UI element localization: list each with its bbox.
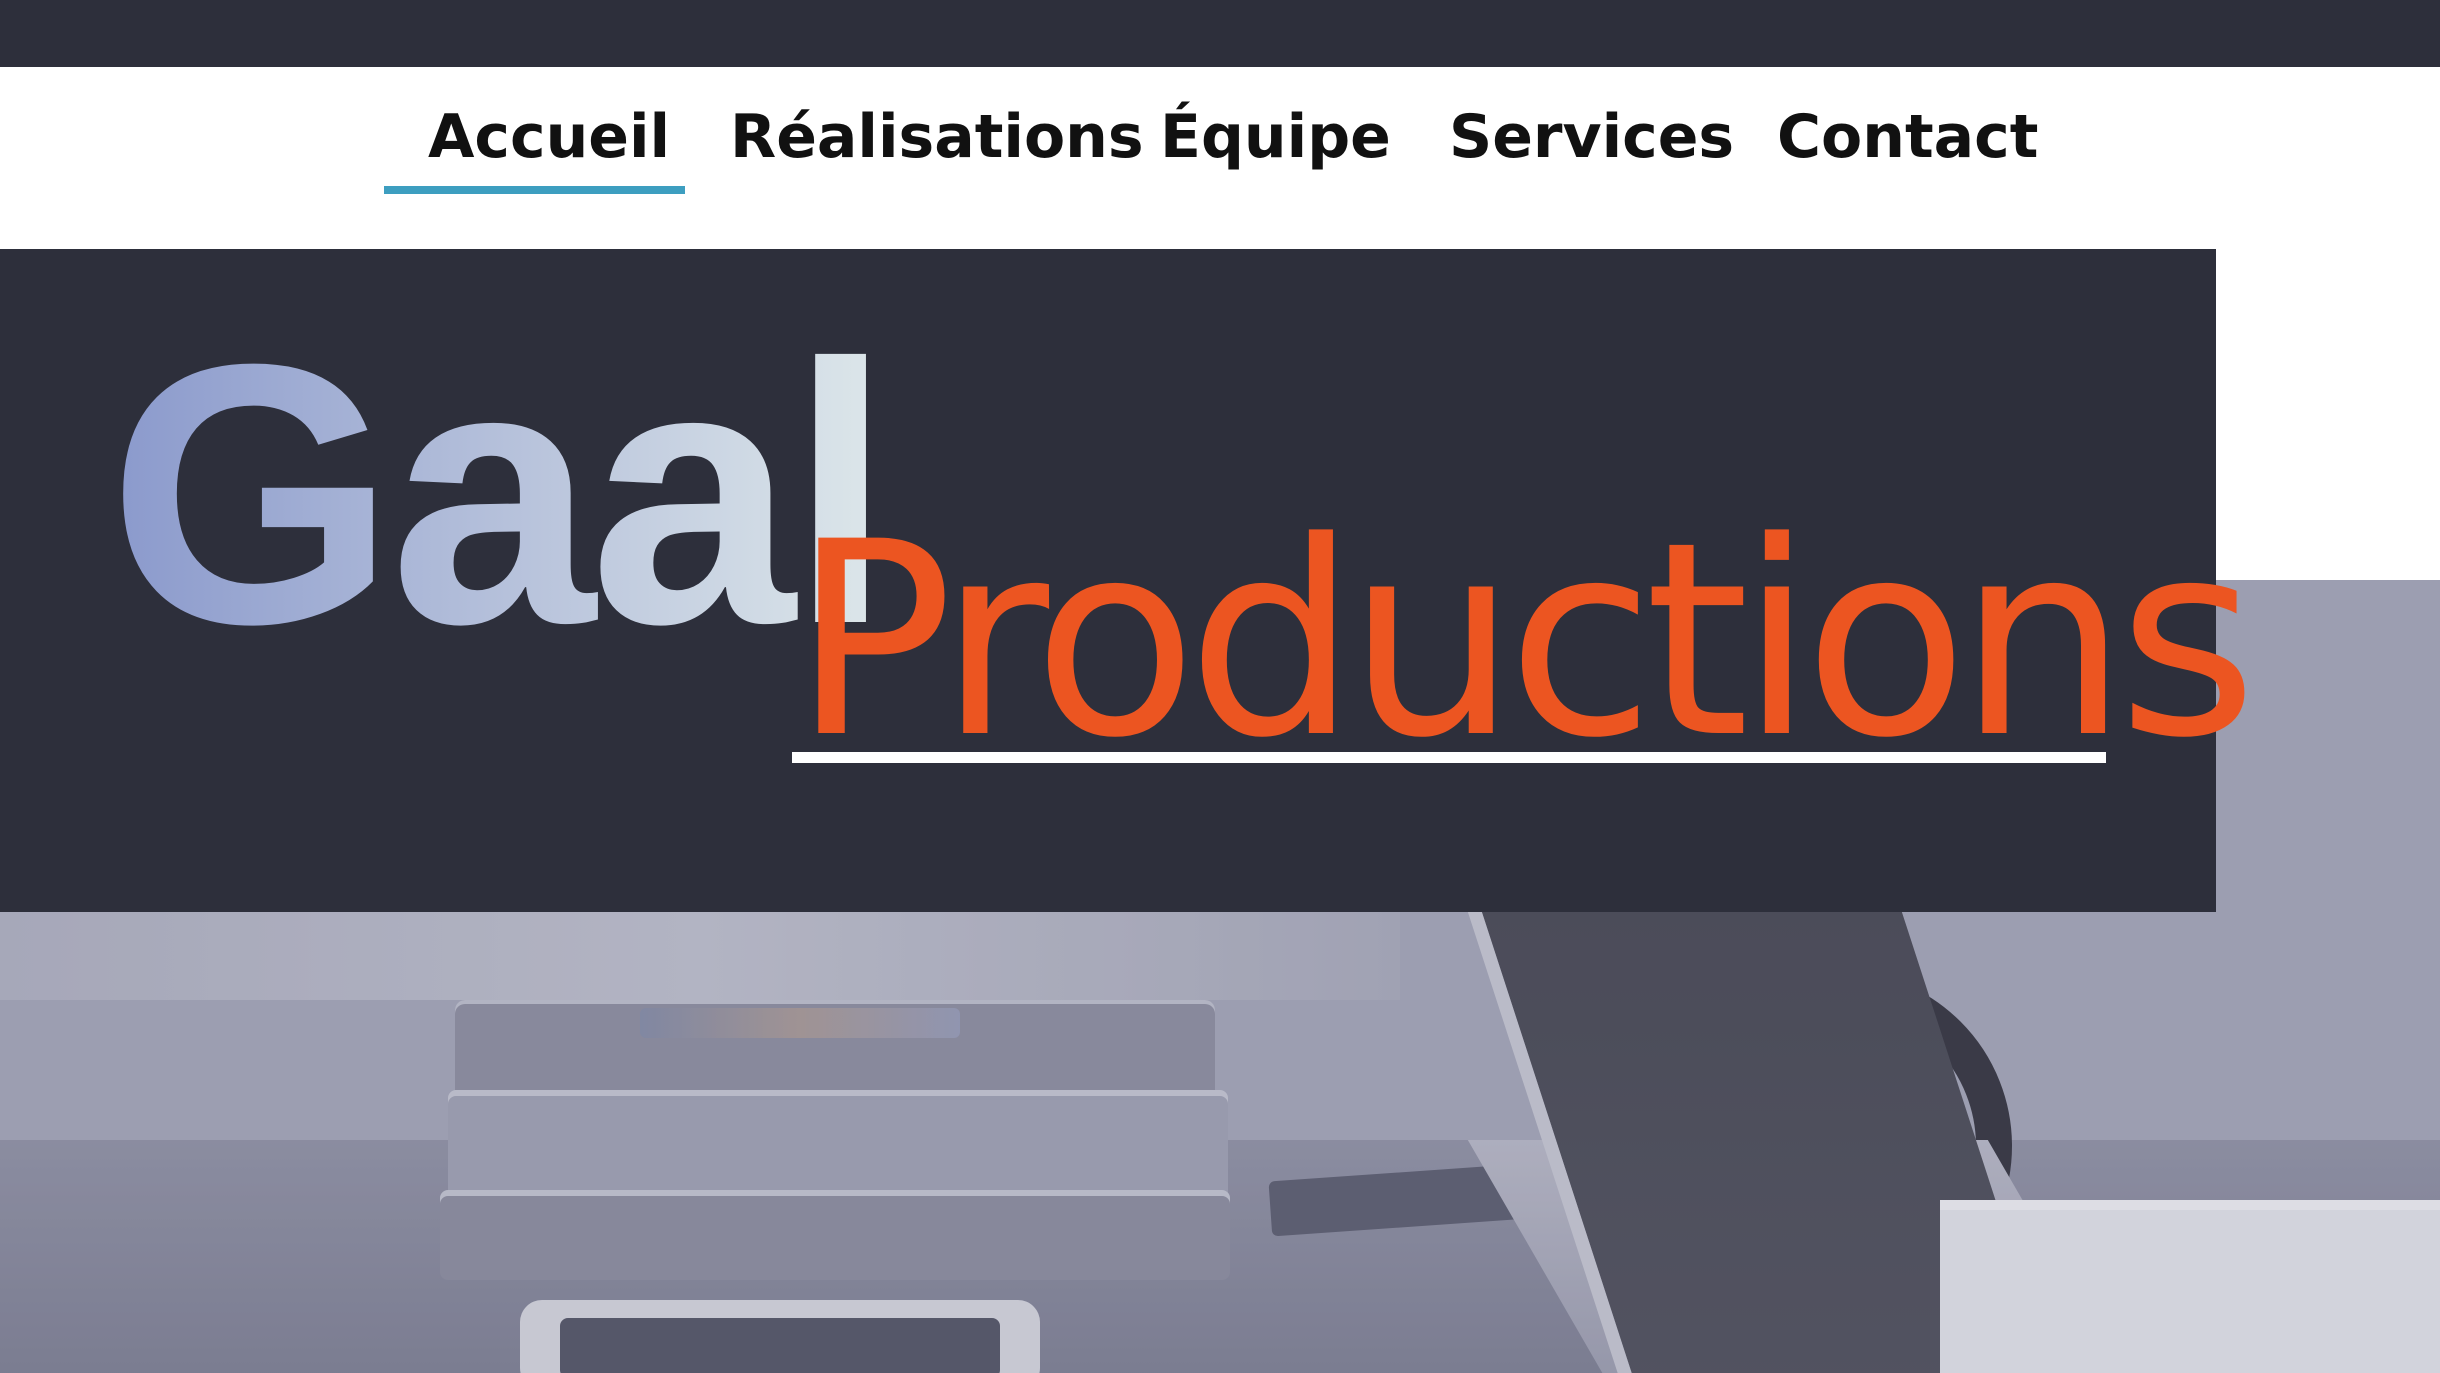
top-bar [0, 0, 2440, 67]
active-nav-indicator [384, 186, 685, 194]
brand-name-productions: Productions [792, 485, 2257, 797]
nav-item-contact[interactable]: Contact [1777, 97, 2038, 177]
nav-item-equipe[interactable]: Équipe [1160, 97, 1391, 177]
nav-item-accueil[interactable]: Accueil [428, 97, 670, 177]
main-nav: Accueil Réalisations Équipe Services Con… [0, 67, 2440, 248]
nav-item-services[interactable]: Services [1449, 97, 1734, 177]
brand-name-gaal: Gaal [108, 288, 892, 701]
brand-underline [792, 752, 2106, 763]
nav-item-realisations[interactable]: Réalisations [730, 97, 1144, 177]
